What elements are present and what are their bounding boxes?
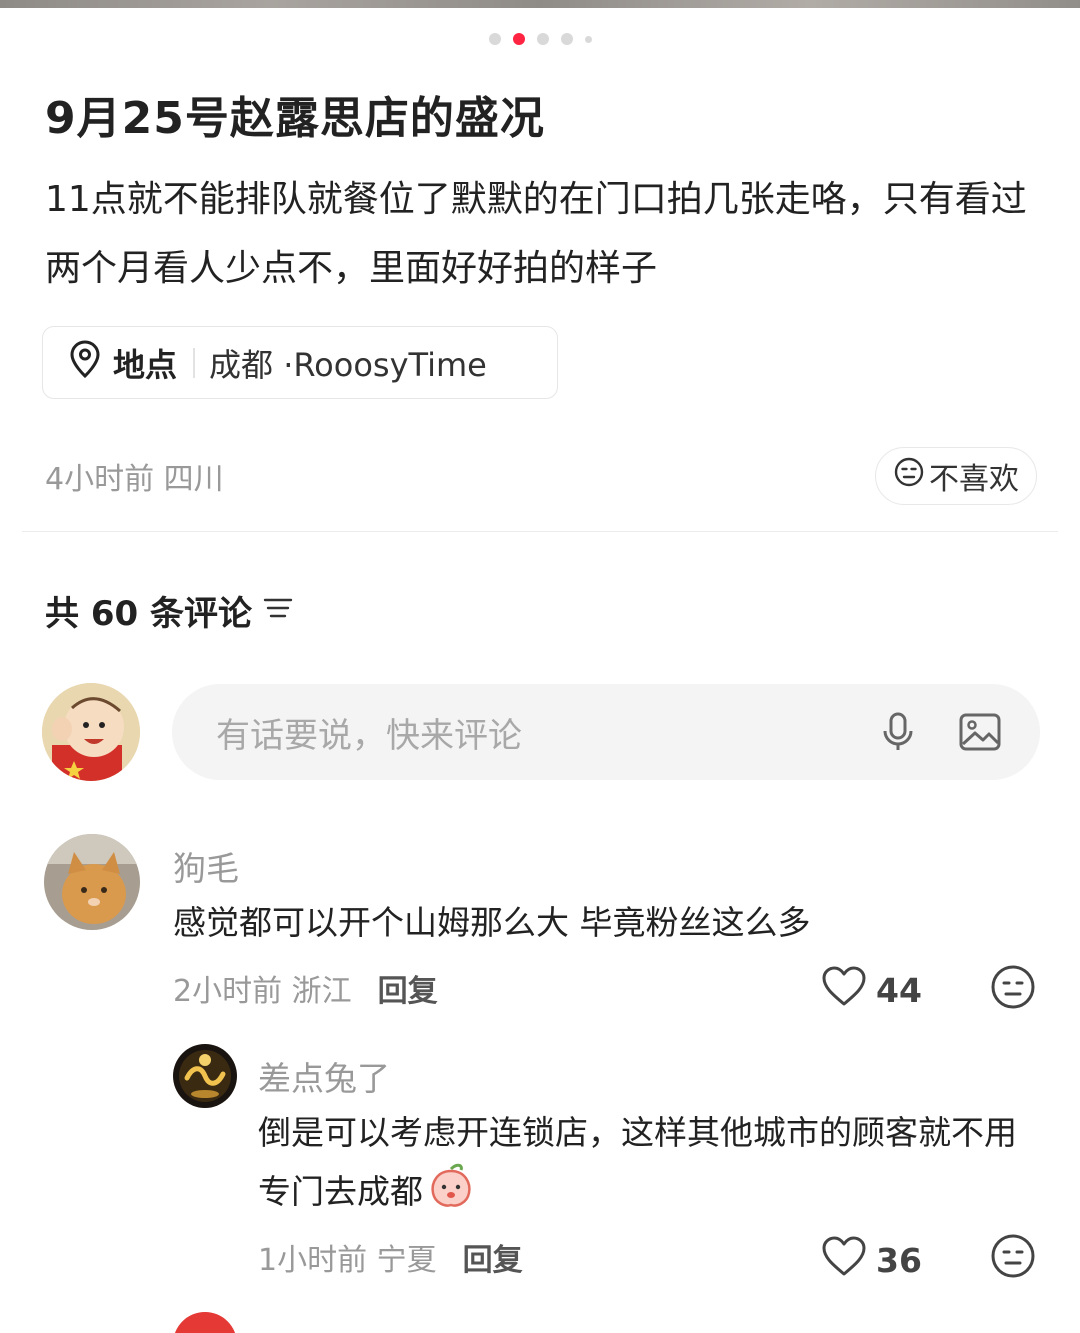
location-label: 地点 [113,345,178,384]
commenter-avatar[interactable] [173,1312,237,1333]
carousel-dot[interactable] [584,35,592,43]
like-button[interactable]: 44 [820,964,922,1016]
dislike-button[interactable]: 不喜欢 [875,447,1037,505]
carousel-dot[interactable] [560,33,573,45]
meh-face-icon [893,456,929,496]
peach-emoji [427,1161,475,1226]
commenter-name[interactable]: 狗毛 [173,842,239,890]
section-divider [22,531,1058,532]
like-count: 36 [876,1240,922,1280]
my-avatar[interactable] [42,683,140,781]
dislike-label: 不喜欢 [929,462,1019,497]
post-meta: 4小时前 四川 [45,462,224,497]
carousel-dot[interactable] [536,33,549,45]
image-bottom-edge [0,0,1080,8]
carousel-indicator [0,33,1080,45]
heart-icon [820,964,876,1016]
comment-meta: 2小时前 浙江 回复 [173,966,438,1010]
microphone-icon[interactable] [876,710,920,754]
like-button[interactable]: 36 [820,1234,922,1286]
comment-input-placeholder: 有话要说，快来评论 [216,715,522,756]
comments-header[interactable]: 共 60 条评论 [45,586,294,635]
reply-button[interactable]: 回复 [463,1243,523,1278]
sort-lines-icon[interactable] [252,591,294,631]
like-count: 44 [876,970,922,1010]
comment-input[interactable]: 有话要说，快来评论 [172,684,1040,780]
heart-icon [820,1234,876,1286]
carousel-dot-active[interactable] [512,33,525,45]
location-pin-icon [67,339,113,387]
location-chip[interactable]: 地点 成都 ·RooosyTime [42,326,558,399]
commenter-avatar[interactable] [173,1044,237,1108]
comment-meta: 1小时前 宁夏 回复 [258,1235,523,1279]
carousel-dot[interactable] [488,33,501,45]
location-separator [193,347,196,378]
image-icon[interactable] [958,710,1002,754]
commenter-avatar[interactable] [44,834,140,930]
post-description: 11点就不能排队就餐位了默默的在门口拍几张走咯，只有看过两个月看人少点不，里面好… [45,179,1027,289]
post-title: 9月25号赵露思店的盛况 [45,93,545,144]
comment-text: 感觉都可以开个山姆那么大 毕竟粉丝这么多 [173,903,811,942]
comment-time-location: 1小时前 宁夏 [258,1243,437,1278]
location-city: 成都 ·RooosyTime [209,345,487,384]
reply-button[interactable]: 回复 [378,974,438,1009]
comment-count-label: 共 60 条评论 [45,594,252,634]
comment-text-content: 倒是可以考虑开连锁店，这样其他城市的顾客就不用专门去成都 [258,1113,1017,1211]
comment-dislike-icon[interactable] [989,1232,1037,1280]
comment-text: 倒是可以考虑开连锁店，这样其他城市的顾客就不用专门去成都 [258,1105,1028,1226]
commenter-name[interactable]: 差点兔了 [258,1052,390,1100]
comment-time-location: 2小时前 浙江 [173,974,352,1009]
comment-dislike-icon[interactable] [989,963,1037,1011]
